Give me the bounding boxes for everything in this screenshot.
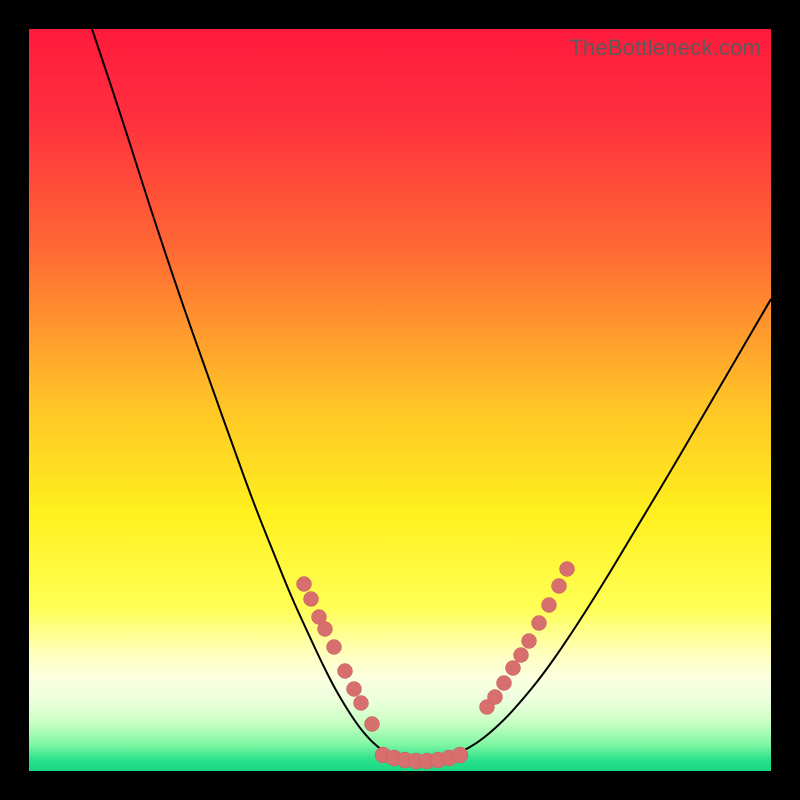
data-marker [522,634,537,649]
data-marker [552,579,567,594]
data-marker [506,661,521,676]
chart-background [29,29,771,771]
data-marker [347,682,362,697]
data-marker [297,577,312,592]
data-marker [488,690,503,705]
data-marker [338,664,353,679]
data-marker [354,696,369,711]
bottleneck-curve-chart [29,29,771,771]
data-marker [514,648,529,663]
data-marker [560,562,575,577]
data-marker [452,747,468,763]
watermark-text: TheBottleneck.com [569,35,761,61]
data-marker [365,717,380,732]
data-marker [532,616,547,631]
chart-frame: TheBottleneck.com [29,29,771,771]
data-marker [304,592,319,607]
data-marker [318,622,333,637]
data-marker [497,676,512,691]
data-marker [542,598,557,613]
data-marker [327,640,342,655]
